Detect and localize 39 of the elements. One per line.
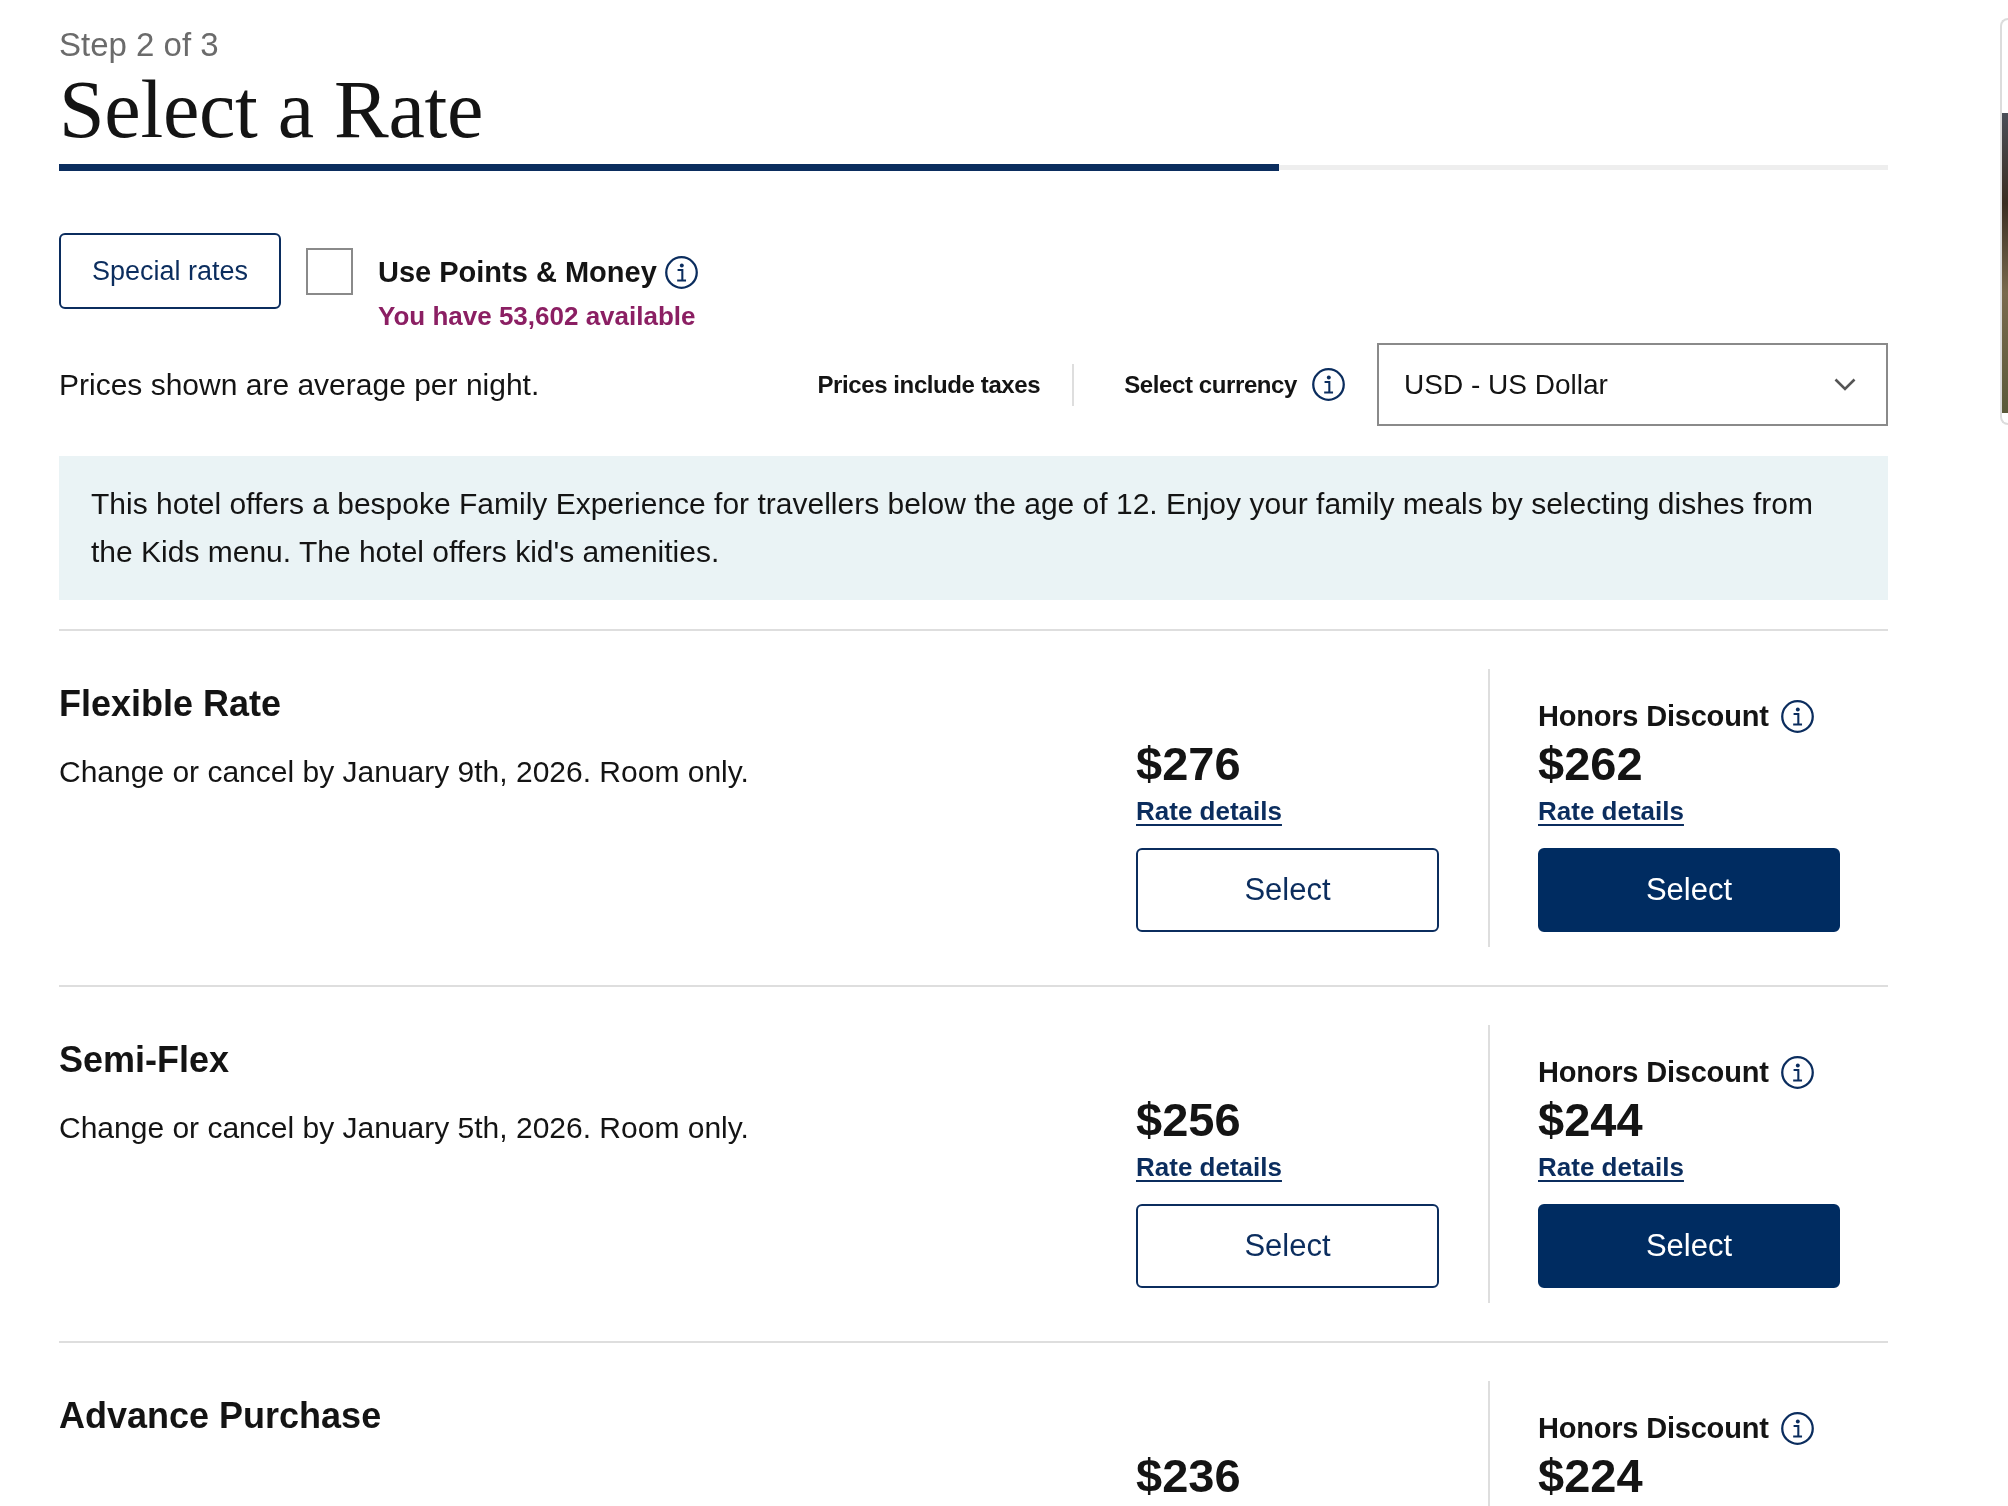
rate-details-link[interactable]: Rate details	[1136, 1152, 1282, 1182]
discount-price: $224	[1538, 1453, 1643, 1499]
page-title: Select a Rate	[59, 65, 485, 155]
points-balance: You have 53,602 available	[378, 301, 697, 331]
rate-description: Change or cancel by January 9th, 2026. Room only.	[59, 754, 750, 790]
discount-price: $262	[1538, 741, 1643, 787]
discount-price: $244	[1538, 1097, 1643, 1143]
info-icon[interactable]	[1780, 699, 1814, 733]
rate-price: $236	[1136, 1453, 1241, 1499]
price-note: Prices shown are average per night.	[59, 367, 540, 402]
rate-details-link[interactable]: Rate details	[1538, 1152, 1684, 1182]
info-icon[interactable]	[664, 255, 698, 289]
info-icon[interactable]	[1780, 1055, 1814, 1089]
rate-name: Flexible Rate	[59, 684, 283, 724]
rate-name: Advance Purchase	[59, 1396, 383, 1436]
select-button[interactable]: Select	[1538, 1204, 1840, 1288]
info-icon[interactable]	[1780, 1411, 1814, 1445]
rate-description: Change or cancel by January 5th, 2026. Room only.	[59, 1110, 750, 1146]
points-label: Use Points & Money	[378, 255, 657, 289]
discount-label: Honors Discount	[1538, 1411, 1769, 1446]
chevron-down-icon	[1834, 378, 1856, 391]
select-button[interactable]: Select	[1136, 848, 1439, 932]
currency-select[interactable]: USD - US Dollar	[1377, 343, 1888, 426]
info-icon[interactable]	[1312, 368, 1345, 401]
taxes-note: Prices include taxes	[817, 370, 1041, 399]
banner-text: This hotel offers a bespoke Family Experience for travellers below the age of 12. Enjoy your family meals by selecting dishes from the Kids menu. The hotel offers kid's amenities.	[91, 486, 1814, 570]
currency-label: Select currency	[1124, 370, 1297, 399]
special-rates-button[interactable]: Special rates	[59, 233, 281, 309]
discount-label: Honors Discount	[1538, 1055, 1769, 1090]
step-indicator: Step 2 of 3	[59, 27, 220, 63]
discount-label: Honors Discount	[1538, 699, 1769, 734]
rate-price: $276	[1136, 741, 1241, 787]
rate-price: $256	[1136, 1097, 1241, 1143]
rate-details-link[interactable]: Rate details	[1136, 796, 1282, 826]
select-button[interactable]: Select	[1538, 848, 1840, 932]
points-checkbox[interactable]	[306, 248, 353, 295]
rate-details-link[interactable]: Rate details	[1538, 796, 1684, 826]
rate-name: Semi-Flex	[59, 1040, 231, 1080]
select-button[interactable]: Select	[1136, 1204, 1439, 1288]
